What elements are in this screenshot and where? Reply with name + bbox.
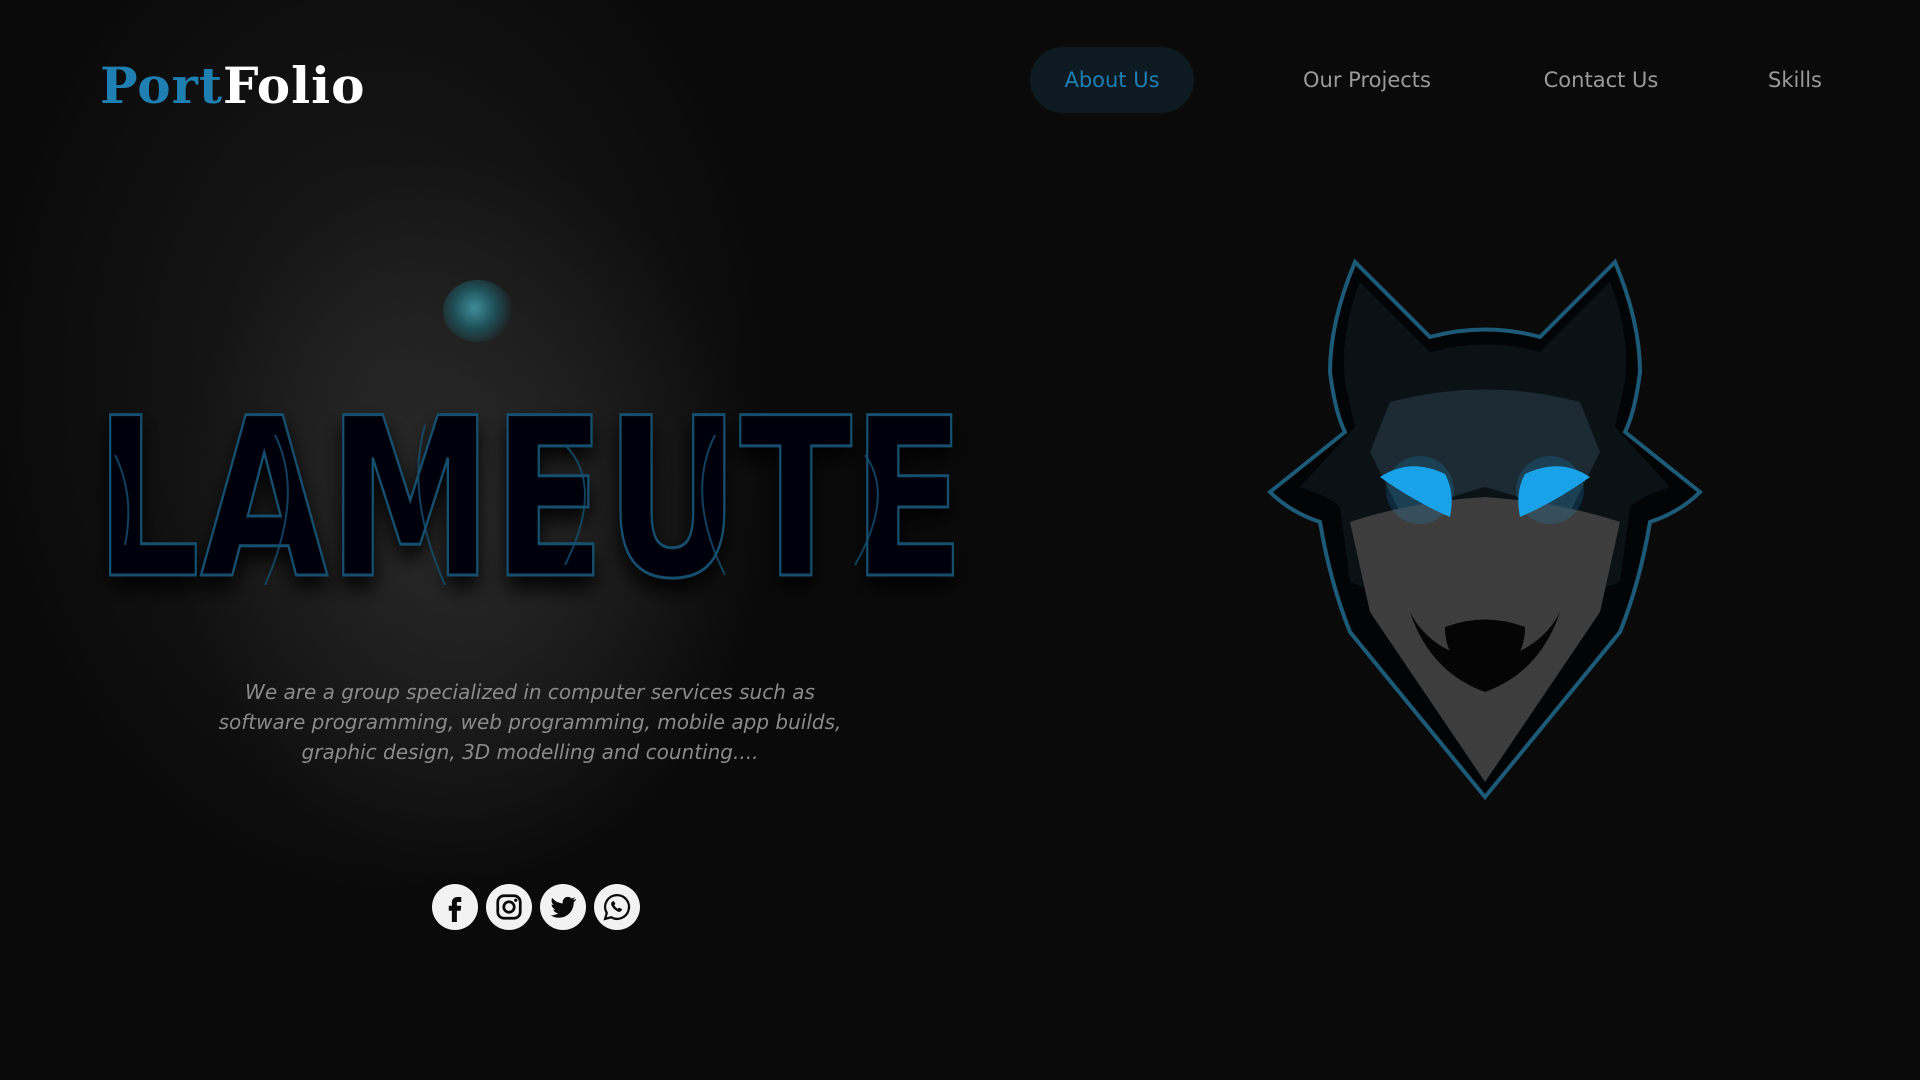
hero-title-text: LAMEUTE xyxy=(95,395,965,627)
facebook-link[interactable] xyxy=(432,884,478,930)
nav-contact-us[interactable]: Contact Us xyxy=(1535,47,1667,113)
nav-our-projects[interactable]: Our Projects xyxy=(1290,47,1444,113)
twitter-link[interactable] xyxy=(540,884,586,930)
twitter-icon xyxy=(550,896,577,918)
nav-about-us[interactable]: About Us xyxy=(1030,47,1194,113)
facebook-icon xyxy=(448,897,462,922)
nav-skills[interactable]: Skills xyxy=(1760,47,1830,113)
whatsapp-link[interactable] xyxy=(594,884,640,930)
wolf-logo-icon xyxy=(1267,258,1703,801)
hero-title: LAMEUTE xyxy=(95,395,967,629)
background-wolf-eye xyxy=(443,280,513,342)
instagram-icon xyxy=(496,894,522,920)
hero-tagline-line1: We are a group specialized in computer s… xyxy=(245,680,815,704)
whatsapp-icon xyxy=(603,893,631,921)
hero-tagline: We are a group specialized in computer s… xyxy=(180,677,880,767)
instagram-link[interactable] xyxy=(486,884,532,930)
main-nav: About Us Our Projects Contact Us Skills xyxy=(0,47,1920,113)
hero-tagline-line3: graphic design, 3D modelling and countin… xyxy=(301,740,759,764)
hero-tagline-line2: software programming, web programming, m… xyxy=(218,710,842,734)
